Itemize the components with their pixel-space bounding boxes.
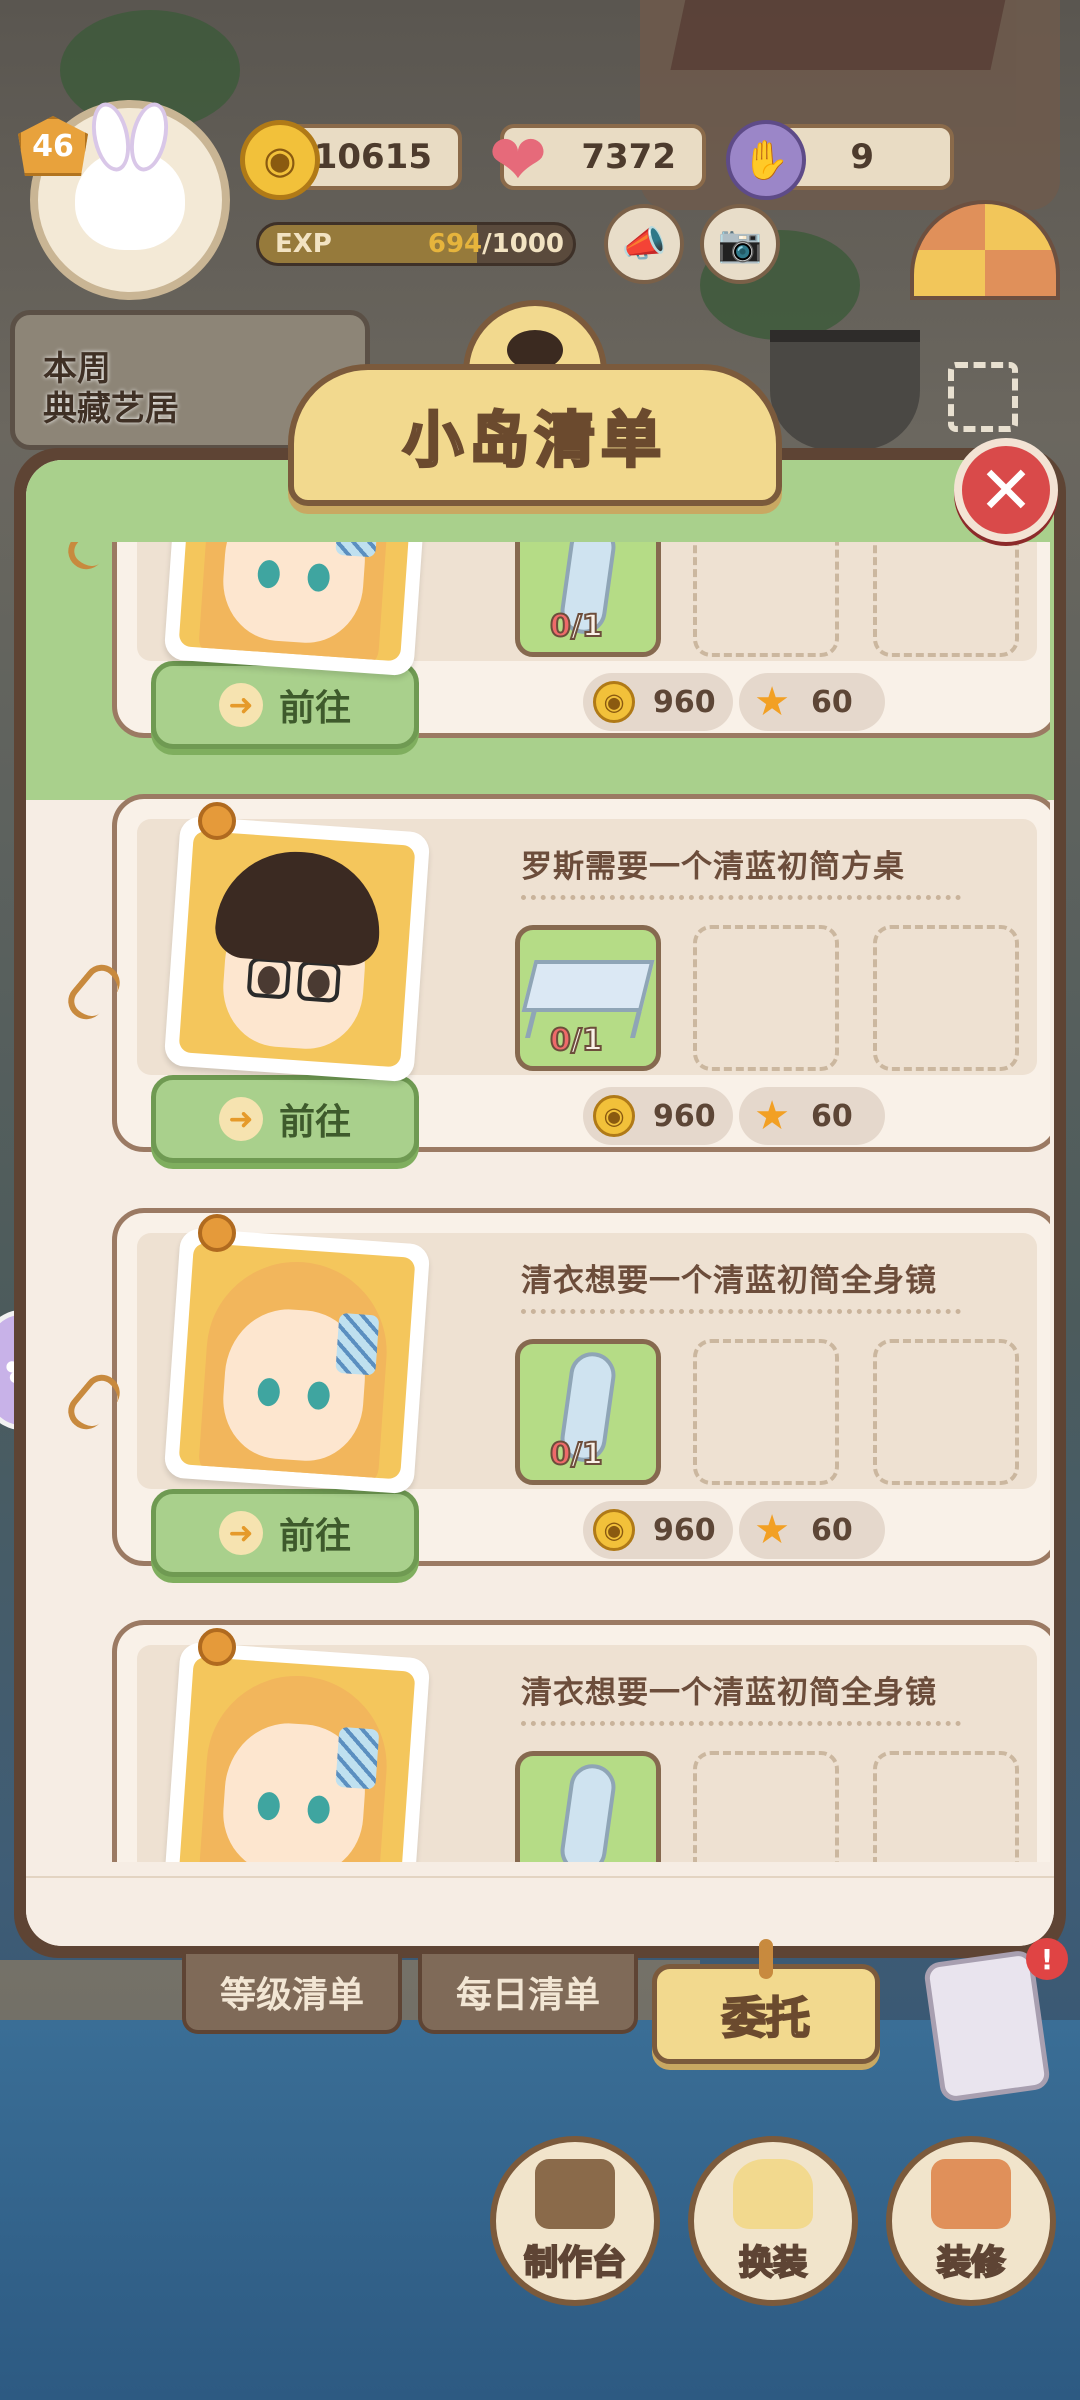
empty-item-slot — [873, 1751, 1019, 1862]
camera-icon: 📷 — [717, 224, 763, 265]
character-portrait — [163, 815, 431, 1083]
star-icon: ★ — [754, 1507, 790, 1553]
star-reward-value: 60 — [811, 1098, 853, 1134]
item-count: 0/1 — [549, 608, 604, 645]
table-icon — [521, 960, 655, 1012]
exp-value: 694/1000 — [428, 229, 564, 259]
coin-reward: ◉ 960 — [583, 673, 733, 731]
coin-reward: ◉ 960 — [583, 1501, 733, 1559]
panel-title: 小岛清单 — [288, 364, 782, 506]
notice-badge: ! — [1026, 1938, 1068, 1980]
empty-item-slot — [693, 925, 839, 1071]
pin-icon — [198, 1214, 236, 1252]
empty-item-slot — [693, 1339, 839, 1485]
broken-heart-icon: ❤ — [488, 119, 548, 201]
arrow-right-icon: ➜ — [218, 1097, 263, 1141]
coin-icon: ◉ — [240, 120, 320, 200]
go-label: 前往 — [278, 1102, 351, 1143]
star-icon: ★ — [754, 1093, 790, 1139]
item-slot[interactable]: 0/1 — [515, 1339, 661, 1485]
go-button[interactable]: ➜ 前往 — [151, 1489, 419, 1577]
go-label: 前往 — [278, 1516, 351, 1557]
megaphone-button[interactable]: 📣 — [604, 204, 684, 284]
exp-bar: EXP 694/1000 — [256, 222, 576, 266]
fullscreen-icon[interactable] — [948, 362, 1018, 432]
empty-item-slot — [873, 925, 1019, 1071]
request-text: 清衣想要一个清蓝初简全身镜 — [521, 1675, 937, 1711]
dress-up-icon — [733, 2159, 813, 2229]
character-portrait — [163, 1227, 431, 1495]
coin-reward-value: 960 — [653, 1098, 716, 1134]
exp-max: /1000 — [482, 229, 565, 259]
decorate-label: 装修 — [936, 2242, 1006, 2284]
exp-label: EXP — [275, 229, 332, 259]
mirror-icon — [557, 1761, 619, 1862]
item-slot[interactable]: 0/1 — [515, 542, 661, 657]
close-button[interactable]: ✕ — [954, 438, 1058, 542]
heart-count: 7372 — [581, 137, 676, 177]
item-slot[interactable] — [515, 1751, 661, 1862]
megaphone-icon: 📣 — [621, 224, 667, 265]
coin-count: 10615 — [313, 137, 432, 177]
glove-count: 9 — [850, 137, 874, 177]
coin-reward: ◉ 960 — [583, 1087, 733, 1145]
pin-icon — [198, 1628, 236, 1666]
coffee-cup-decoration — [770, 330, 920, 450]
item-slot[interactable]: 0/1 — [515, 925, 661, 1071]
camera-button[interactable]: 📷 — [700, 204, 780, 284]
star-reward: ★ 60 — [739, 673, 885, 731]
coin-reward-value: 960 — [653, 684, 716, 720]
panel-inner: 0/1 ➜ 前往 ◉ 960 ★ 60 罗斯需要一个清蓝初简方桌 0/1 ➜ 前… — [26, 460, 1054, 1946]
star-icon: ★ — [754, 679, 790, 725]
pin-icon — [198, 802, 236, 840]
dress-up-label: 换装 — [738, 2242, 808, 2284]
weather-dial[interactable] — [910, 200, 1060, 300]
paint-roller-icon — [931, 2159, 1011, 2229]
empty-item-slot — [873, 542, 1019, 657]
coin-icon: ◉ — [593, 1509, 635, 1551]
request-text: 清衣想要一个清蓝初简全身镜 — [521, 1263, 937, 1299]
close-icon: ✕ — [978, 451, 1034, 529]
exp-current: 694 — [427, 229, 483, 259]
request-list[interactable]: 0/1 ➜ 前往 ◉ 960 ★ 60 罗斯需要一个清蓝初简方桌 0/1 ➜ 前… — [42, 542, 1050, 1862]
decorate-button[interactable]: 装修 — [886, 2136, 1056, 2306]
go-button[interactable]: ➜ 前往 — [151, 661, 419, 749]
dress-up-button[interactable]: 换装 — [688, 2136, 858, 2306]
panel-bottom-strip — [26, 1876, 1054, 1946]
panel-title-plate: 小岛清单 — [288, 300, 782, 506]
bunny-avatar-icon — [75, 150, 185, 250]
character-portrait — [163, 1641, 431, 1862]
star-reward-value: 60 — [811, 684, 853, 720]
star-reward-value: 60 — [811, 1512, 853, 1548]
go-button[interactable]: ➜ 前往 — [151, 1075, 419, 1163]
arrow-right-icon: ➜ — [218, 683, 263, 727]
glove-icon: ✋ — [726, 120, 806, 200]
coin-icon: ◉ — [593, 681, 635, 723]
star-reward: ★ 60 — [739, 1087, 885, 1145]
island-list-panel: 0/1 ➜ 前往 ◉ 960 ★ 60 罗斯需要一个清蓝初简方桌 0/1 ➜ 前… — [14, 448, 1066, 1958]
empty-item-slot — [693, 542, 839, 657]
item-count: 0/1 — [549, 1436, 604, 1473]
character-portrait — [163, 542, 431, 677]
tab-daily-list[interactable]: 每日清单 — [418, 1954, 638, 2034]
heart-counter[interactable]: ❤ 7372 — [489, 119, 706, 201]
empty-item-slot — [873, 1339, 1019, 1485]
go-label: 前往 — [278, 688, 351, 729]
workbench-icon — [535, 2159, 615, 2229]
workbench-label: 制作台 — [523, 2242, 627, 2284]
arrow-right-icon: ➜ — [218, 1511, 263, 1555]
empty-item-slot — [693, 1751, 839, 1862]
coin-reward-value: 960 — [653, 1512, 716, 1548]
request-text: 罗斯需要一个清蓝初简方桌 — [521, 849, 905, 885]
glove-counter[interactable]: ✋ 9 — [726, 120, 954, 200]
star-reward: ★ 60 — [739, 1501, 885, 1559]
coin-counter[interactable]: ◉ 10615 — [240, 120, 462, 200]
coin-icon: ◉ — [593, 1095, 635, 1137]
commission-button[interactable]: 委托 — [652, 1939, 880, 2064]
workbench-button[interactable]: 制作台 — [490, 2136, 660, 2306]
item-count: 0/1 — [549, 1022, 604, 1059]
tab-level-list[interactable]: 等级清单 — [182, 1954, 402, 2034]
